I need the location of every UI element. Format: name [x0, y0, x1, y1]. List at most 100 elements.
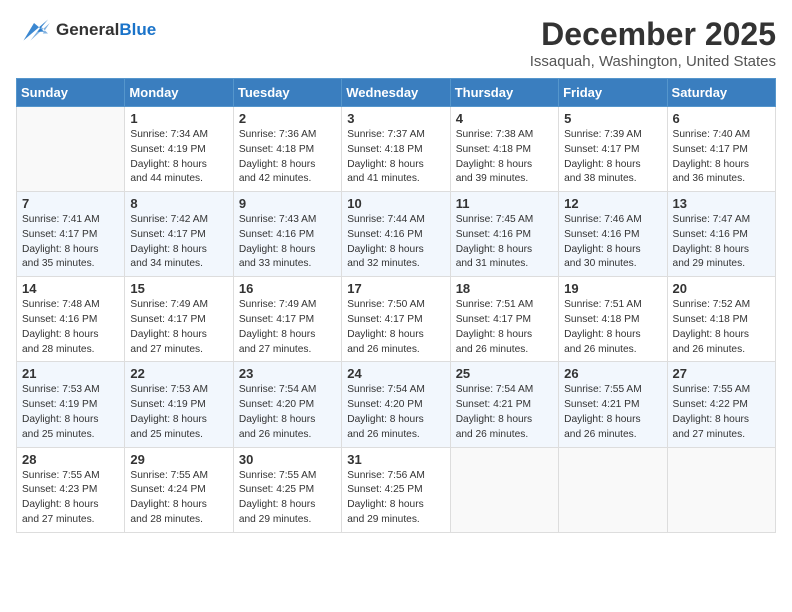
day-info: Sunrise: 7:45 AMSunset: 4:16 PMDaylight:… [456, 213, 553, 272]
day-number: 31 [347, 452, 444, 467]
day-info: Sunrise: 7:41 AMSunset: 4:17 PMDaylight:… [22, 213, 119, 272]
day-info: Sunrise: 7:43 AMSunset: 4:16 PMDaylight:… [239, 213, 336, 272]
calendar-cell: 24 Sunrise: 7:54 AMSunset: 4:20 PMDayligh… [342, 362, 450, 447]
day-number: 7 [22, 196, 119, 211]
day-number: 30 [239, 452, 336, 467]
day-info: Sunrise: 7:55 AMSunset: 4:23 PMDaylight:… [22, 469, 119, 528]
calendar-cell: 2 Sunrise: 7:36 AMSunset: 4:18 PMDaylight… [233, 107, 341, 192]
week-row-5: 28 Sunrise: 7:55 AMSunset: 4:23 PMDayligh… [17, 447, 776, 532]
calendar-cell: 13 Sunrise: 7:47 AMSunset: 4:16 PMDayligh… [667, 192, 775, 277]
calendar-cell: 25 Sunrise: 7:54 AMSunset: 4:21 PMDayligh… [450, 362, 558, 447]
header-day-tuesday: Tuesday [233, 79, 341, 107]
logo: GeneralBlue [16, 16, 156, 44]
day-info: Sunrise: 7:47 AMSunset: 4:16 PMDaylight:… [673, 213, 770, 272]
calendar-cell: 21 Sunrise: 7:53 AMSunset: 4:19 PMDayligh… [17, 362, 125, 447]
day-info: Sunrise: 7:52 AMSunset: 4:18 PMDaylight:… [673, 298, 770, 357]
day-number: 23 [239, 366, 336, 381]
day-number: 9 [239, 196, 336, 211]
calendar-cell: 23 Sunrise: 7:54 AMSunset: 4:20 PMDayligh… [233, 362, 341, 447]
day-info: Sunrise: 7:37 AMSunset: 4:18 PMDaylight:… [347, 128, 444, 187]
calendar-cell [559, 447, 667, 532]
calendar-table: SundayMondayTuesdayWednesdayThursdayFrid… [16, 78, 776, 533]
day-number: 26 [564, 366, 661, 381]
calendar-cell: 29 Sunrise: 7:55 AMSunset: 4:24 PMDayligh… [125, 447, 233, 532]
calendar-cell: 26 Sunrise: 7:55 AMSunset: 4:21 PMDayligh… [559, 362, 667, 447]
calendar-cell [17, 107, 125, 192]
calendar-cell: 14 Sunrise: 7:48 AMSunset: 4:16 PMDayligh… [17, 277, 125, 362]
day-info: Sunrise: 7:34 AMSunset: 4:19 PMDaylight:… [130, 128, 227, 187]
calendar-cell: 20 Sunrise: 7:52 AMSunset: 4:18 PMDayligh… [667, 277, 775, 362]
calendar-cell [450, 447, 558, 532]
day-info: Sunrise: 7:53 AMSunset: 4:19 PMDaylight:… [22, 383, 119, 442]
day-info: Sunrise: 7:54 AMSunset: 4:20 PMDaylight:… [239, 383, 336, 442]
day-info: Sunrise: 7:44 AMSunset: 4:16 PMDaylight:… [347, 213, 444, 272]
month-title: December 2025 [530, 16, 776, 53]
calendar-cell: 9 Sunrise: 7:43 AMSunset: 4:16 PMDaylight… [233, 192, 341, 277]
day-number: 25 [456, 366, 553, 381]
day-info: Sunrise: 7:54 AMSunset: 4:20 PMDaylight:… [347, 383, 444, 442]
calendar-cell: 12Sunrise: 7:46 AMSunset: 4:16 PMDayligh… [559, 192, 667, 277]
day-info: Sunrise: 7:48 AMSunset: 4:16 PMDaylight:… [22, 298, 119, 357]
day-info: Sunrise: 7:36 AMSunset: 4:18 PMDaylight:… [239, 128, 336, 187]
day-number: 29 [130, 452, 227, 467]
day-info: Sunrise: 7:53 AMSunset: 4:19 PMDaylight:… [130, 383, 227, 442]
day-number: 28 [22, 452, 119, 467]
day-number: 10 [347, 196, 444, 211]
day-info: Sunrise: 7:39 AMSunset: 4:17 PMDaylight:… [564, 128, 661, 187]
location: Issaquah, Washington, United States [530, 53, 776, 70]
day-number: 27 [673, 366, 770, 381]
day-number: 13 [673, 196, 770, 211]
day-info: Sunrise: 7:55 AMSunset: 4:21 PMDaylight:… [564, 383, 661, 442]
day-info: Sunrise: 7:51 AMSunset: 4:17 PMDaylight:… [456, 298, 553, 357]
day-number: 18 [456, 281, 553, 296]
day-info: Sunrise: 7:42 AMSunset: 4:17 PMDaylight:… [130, 213, 227, 272]
week-row-2: 7 Sunrise: 7:41 AMSunset: 4:17 PMDaylight… [17, 192, 776, 277]
calendar-cell: 3 Sunrise: 7:37 AMSunset: 4:18 PMDaylight… [342, 107, 450, 192]
header-day-saturday: Saturday [667, 79, 775, 107]
title-block: December 2025 Issaquah, Washington, Unit… [530, 16, 776, 70]
week-row-1: 1Sunrise: 7:34 AMSunset: 4:19 PMDaylight… [17, 107, 776, 192]
day-number: 11 [456, 196, 553, 211]
day-info: Sunrise: 7:50 AMSunset: 4:17 PMDaylight:… [347, 298, 444, 357]
header-day-wednesday: Wednesday [342, 79, 450, 107]
day-number: 17 [347, 281, 444, 296]
day-number: 19 [564, 281, 661, 296]
header-day-monday: Monday [125, 79, 233, 107]
week-row-3: 14 Sunrise: 7:48 AMSunset: 4:16 PMDayligh… [17, 277, 776, 362]
day-number: 14 [22, 281, 119, 296]
day-number: 12 [564, 196, 661, 211]
calendar-cell: 8Sunrise: 7:42 AMSunset: 4:17 PMDaylight… [125, 192, 233, 277]
day-number: 21 [22, 366, 119, 381]
day-info: Sunrise: 7:40 AMSunset: 4:17 PMDaylight:… [673, 128, 770, 187]
logo-text: GeneralBlue [56, 20, 156, 40]
calendar-cell: 5Sunrise: 7:39 AMSunset: 4:17 PMDaylight… [559, 107, 667, 192]
day-number: 4 [456, 111, 553, 126]
day-info: Sunrise: 7:38 AMSunset: 4:18 PMDaylight:… [456, 128, 553, 187]
calendar-cell: 1Sunrise: 7:34 AMSunset: 4:19 PMDaylight… [125, 107, 233, 192]
day-info: Sunrise: 7:54 AMSunset: 4:21 PMDaylight:… [456, 383, 553, 442]
day-number: 3 [347, 111, 444, 126]
calendar-cell: 31 Sunrise: 7:56 AMSunset: 4:25 PMDayligh… [342, 447, 450, 532]
day-info: Sunrise: 7:49 AMSunset: 4:17 PMDaylight:… [239, 298, 336, 357]
calendar-cell: 18 Sunrise: 7:51 AMSunset: 4:17 PMDayligh… [450, 277, 558, 362]
day-number: 24 [347, 366, 444, 381]
calendar-cell: 27Sunrise: 7:55 AMSunset: 4:22 PMDayligh… [667, 362, 775, 447]
header-row: SundayMondayTuesdayWednesdayThursdayFrid… [17, 79, 776, 107]
day-info: Sunrise: 7:51 AMSunset: 4:18 PMDaylight:… [564, 298, 661, 357]
day-info: Sunrise: 7:56 AMSunset: 4:25 PMDaylight:… [347, 469, 444, 528]
calendar-cell: 15Sunrise: 7:49 AMSunset: 4:17 PMDayligh… [125, 277, 233, 362]
calendar-cell: 19 Sunrise: 7:51 AMSunset: 4:18 PMDayligh… [559, 277, 667, 362]
calendar-cell: 22 Sunrise: 7:53 AMSunset: 4:19 PMDayligh… [125, 362, 233, 447]
calendar-cell: 28 Sunrise: 7:55 AMSunset: 4:23 PMDayligh… [17, 447, 125, 532]
calendar-cell: 6Sunrise: 7:40 AMSunset: 4:17 PMDaylight… [667, 107, 775, 192]
calendar-cell: 17 Sunrise: 7:50 AMSunset: 4:17 PMDayligh… [342, 277, 450, 362]
day-number: 22 [130, 366, 227, 381]
calendar-cell: 30Sunrise: 7:55 AMSunset: 4:25 PMDayligh… [233, 447, 341, 532]
day-number: 20 [673, 281, 770, 296]
header-day-friday: Friday [559, 79, 667, 107]
day-number: 2 [239, 111, 336, 126]
page-header: GeneralBlue December 2025 Issaquah, Wash… [16, 16, 776, 70]
calendar-cell: 7 Sunrise: 7:41 AMSunset: 4:17 PMDaylight… [17, 192, 125, 277]
logo-icon [16, 16, 52, 44]
day-info: Sunrise: 7:55 AMSunset: 4:24 PMDaylight:… [130, 469, 227, 528]
